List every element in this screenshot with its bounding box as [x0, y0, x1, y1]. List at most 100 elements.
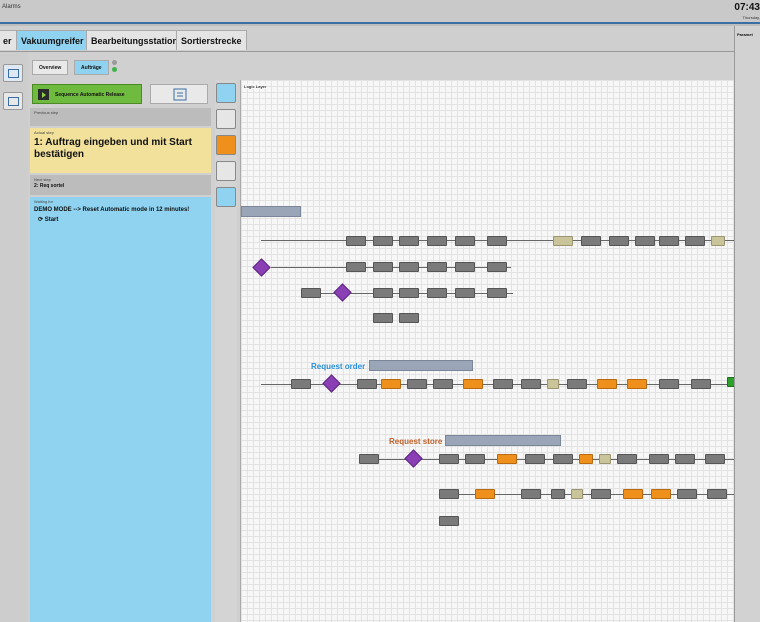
flow-step[interactable]	[675, 454, 695, 464]
tab-previous-station[interactable]: er	[0, 30, 17, 50]
start-condition-icon: ⟳	[38, 217, 45, 223]
flow-step[interactable]	[373, 262, 393, 272]
flow-step[interactable]	[691, 379, 711, 389]
branch-diamond[interactable]	[404, 449, 423, 468]
flow-step[interactable]	[497, 454, 517, 464]
status-led-ok	[112, 67, 117, 72]
flow-step[interactable]	[291, 379, 311, 389]
info-note	[241, 206, 301, 217]
top-bar: Alarms 07:43 Thursday,	[0, 0, 760, 24]
waiting-label: Waiting for	[34, 199, 53, 204]
list-view-icon[interactable]	[3, 64, 23, 82]
clock-time: 07:43	[734, 2, 760, 13]
flow-step[interactable]	[399, 236, 419, 246]
flow-step[interactable]	[551, 489, 565, 499]
flow-step[interactable]	[659, 236, 679, 246]
sub-tabs: Overview Aufträge	[28, 52, 734, 80]
flow-step[interactable]	[635, 236, 655, 246]
flow-step[interactable]	[427, 262, 447, 272]
flow-step[interactable]	[487, 236, 507, 246]
flow-step[interactable]	[623, 489, 643, 499]
logic-layer-canvas[interactable]: Logic Layer Request order Request store	[240, 80, 734, 622]
flow-step[interactable]	[381, 379, 401, 389]
flow-step[interactable]	[525, 454, 545, 464]
flow-step[interactable]	[487, 262, 507, 272]
flow-step[interactable]	[439, 489, 459, 499]
tab-orders[interactable]: Aufträge	[74, 60, 109, 75]
flow-step[interactable]	[465, 454, 485, 464]
flow-step[interactable]	[399, 262, 419, 272]
sequence-automatic-release-button[interactable]: Sequence Automatic Release	[32, 84, 142, 104]
flow-step[interactable]	[651, 489, 671, 499]
tab-bearbeitungsstation[interactable]: Bearbeitungsstation	[86, 30, 184, 50]
flow-step[interactable]	[487, 288, 507, 298]
flow-step[interactable]	[599, 454, 611, 464]
timer-tool-icon[interactable]	[216, 135, 236, 155]
flow-step[interactable]	[707, 489, 727, 499]
flow-step[interactable]	[346, 236, 366, 246]
previous-step-box: Previous step	[30, 108, 211, 126]
screen-view-icon[interactable]	[3, 92, 23, 110]
alarms-label[interactable]: Alarms	[2, 4, 21, 10]
flow-step[interactable]	[373, 288, 393, 298]
tab-overview[interactable]: Overview	[32, 60, 69, 75]
flow-step[interactable]	[407, 379, 427, 389]
layers-tool-icon[interactable]	[216, 187, 236, 207]
release-label: Sequence Automatic Release	[55, 92, 125, 98]
branch-diamond[interactable]	[322, 374, 341, 393]
hand-tool-icon[interactable]	[216, 83, 236, 103]
flow-step[interactable]	[711, 236, 725, 246]
tab-vakuumgreifer[interactable]: Vakuumgreifer	[16, 30, 89, 50]
flow-step[interactable]	[475, 489, 495, 499]
main-content: Overview Aufträge Sequence Automatic Rel…	[28, 52, 734, 622]
flow-step[interactable]	[553, 454, 573, 464]
flow-step[interactable]	[427, 236, 447, 246]
flow-step[interactable]	[547, 379, 559, 389]
flow-step[interactable]	[493, 379, 513, 389]
flow-step[interactable]	[521, 379, 541, 389]
flow-step[interactable]	[521, 489, 541, 499]
sequence-config-button[interactable]	[150, 84, 208, 104]
flow-step[interactable]	[373, 313, 393, 323]
flow-step[interactable]	[359, 454, 379, 464]
flow-step[interactable]	[455, 262, 475, 272]
flow-step[interactable]	[433, 379, 453, 389]
flow-step[interactable]	[685, 236, 705, 246]
flow-step[interactable]	[399, 313, 419, 323]
flow-step[interactable]	[591, 489, 611, 499]
flow-step[interactable]	[301, 288, 321, 298]
flow-step[interactable]	[439, 516, 459, 526]
parameter-panel: Paramet	[734, 26, 760, 622]
flow-step[interactable]	[627, 379, 647, 389]
flow-step[interactable]	[455, 288, 475, 298]
flow-step[interactable]	[346, 262, 366, 272]
next-step-label: Next step	[34, 177, 51, 182]
flow-step[interactable]	[553, 236, 573, 246]
flow-step[interactable]	[649, 454, 669, 464]
flow-step-done[interactable]	[727, 377, 734, 387]
flow-step[interactable]	[439, 454, 459, 464]
table-tool-icon[interactable]	[216, 161, 236, 181]
tab-sortierstrecke[interactable]: Sortierstrecke	[176, 30, 247, 50]
flow-step[interactable]	[373, 236, 393, 246]
branch-diamond[interactable]	[333, 283, 352, 302]
screen-tool-icon[interactable]	[216, 109, 236, 129]
flow-step[interactable]	[571, 489, 583, 499]
flow-step[interactable]	[597, 379, 617, 389]
flow-step[interactable]	[677, 489, 697, 499]
flow-step[interactable]	[659, 379, 679, 389]
flow-step[interactable]	[567, 379, 587, 389]
flow-step[interactable]	[399, 288, 419, 298]
flow-step[interactable]	[455, 236, 475, 246]
flow-step[interactable]	[705, 454, 725, 464]
flow-step[interactable]	[427, 288, 447, 298]
branch-diamond[interactable]	[252, 258, 271, 277]
flow-step[interactable]	[617, 454, 637, 464]
sequence-panel: Sequence Automatic Release Previous step…	[30, 82, 211, 622]
info-note	[445, 435, 561, 446]
flow-step[interactable]	[357, 379, 377, 389]
flow-step[interactable]	[463, 379, 483, 389]
flow-step[interactable]	[609, 236, 629, 246]
flow-step[interactable]	[579, 454, 593, 464]
flow-step[interactable]	[581, 236, 601, 246]
